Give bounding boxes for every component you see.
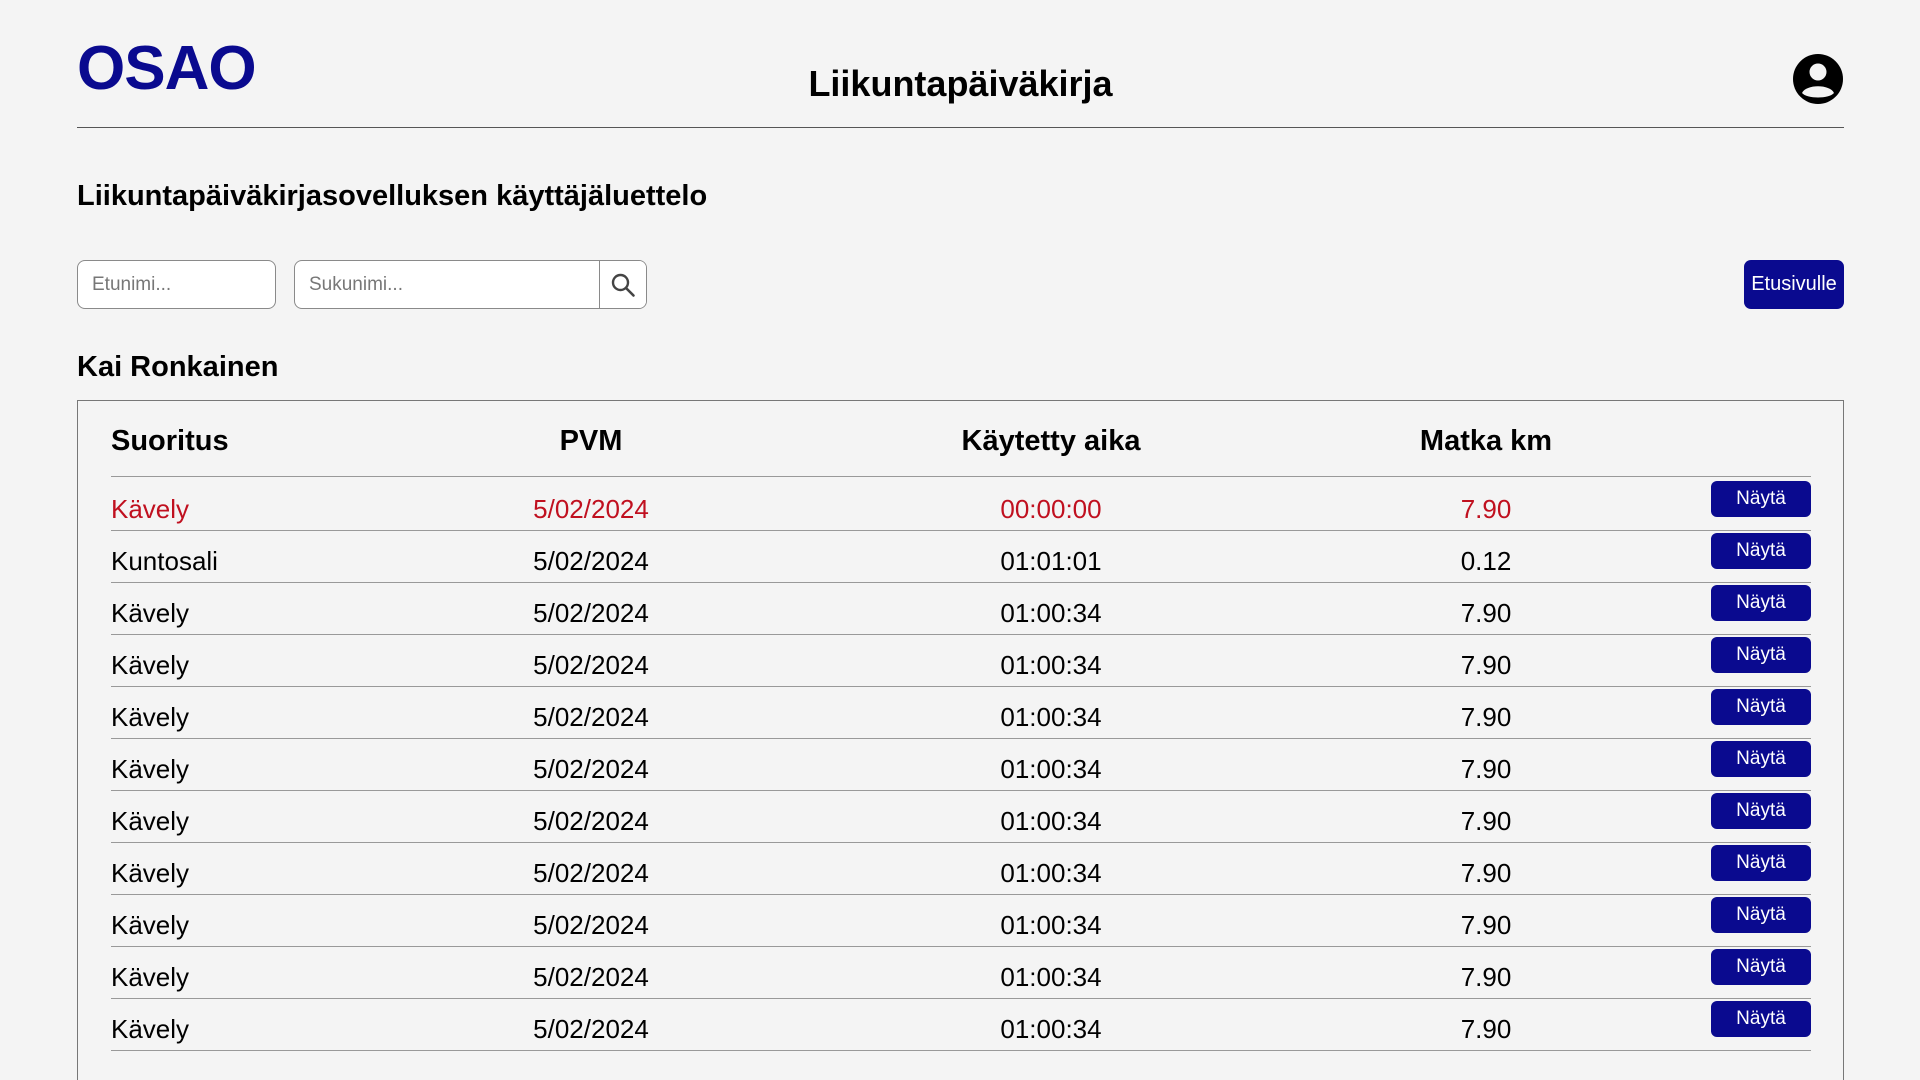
cell-activity: Kävely [111,650,190,680]
cell-distance: 7.90 [1460,962,1512,992]
cell-date: 5/02/2024 [533,858,649,888]
cell-distance: 7.90 [1460,702,1512,732]
cell-distance: 7.90 [1460,494,1512,524]
header: OSAO Liikuntapäiväkirja [77,0,1844,128]
search-button[interactable] [599,261,646,308]
cell-distance: 7.90 [1460,806,1512,836]
table-row: Kävely 5/02/2024 01:00:34 7.90 Näytä [111,843,1811,895]
page: OSAO Liikuntapäiväkirja Liikuntapäiväkir… [0,0,1920,1080]
cell-distance: 7.90 [1460,858,1512,888]
cell-distance: 7.90 [1460,598,1512,628]
first-name-input[interactable] [77,260,276,309]
cell-time: 01:00:34 [1000,910,1102,940]
column-header-distance: Matka km [1419,425,1553,457]
cell-date: 5/02/2024 [533,702,649,732]
view-button[interactable]: Näytä [1711,741,1811,777]
cell-activity: Kävely [111,858,190,888]
cell-activity: Kävely [111,910,190,940]
search-icon [611,273,635,297]
cell-time: 01:00:34 [1000,962,1102,992]
view-button[interactable]: Näytä [1711,689,1811,725]
page-heading: Liikuntapäiväkirjasovelluksen käyttäjälu… [77,180,708,212]
column-header-time: Käytetty aika [961,425,1141,457]
cell-distance: 7.90 [1460,650,1512,680]
app-title: Liikuntapäiväkirja [808,63,1113,104]
cell-date: 5/02/2024 [533,1014,649,1044]
view-button[interactable]: Näytä [1711,533,1811,569]
cell-date: 5/02/2024 [533,962,649,992]
cell-time: 01:00:34 [1000,806,1102,836]
table-row: Kuntosali 5/02/2024 01:01:01 0.12 Näytä [111,531,1811,583]
cell-activity: Kävely [111,754,190,784]
cell-activity: Kävely [111,1014,190,1044]
table-row: Kävely 5/02/2024 01:00:34 7.90 Näytä [111,895,1811,947]
view-button[interactable]: Näytä [1711,481,1811,517]
cell-time: 01:00:34 [1000,702,1102,732]
column-header-date: PVM [559,425,623,457]
home-button[interactable]: Etusivulle [1744,260,1844,309]
last-name-search-group [294,260,647,309]
cell-date: 5/02/2024 [533,598,649,628]
table-row: Kävely 5/02/2024 00:00:00 7.90 Näytä [111,479,1811,531]
cell-activity: Kävely [111,806,190,836]
view-button[interactable]: Näytä [1711,793,1811,829]
table-row: Kävely 5/02/2024 01:00:34 7.90 Näytä [111,583,1811,635]
cell-activity: Kävely [111,598,190,628]
cell-distance: 7.90 [1460,910,1512,940]
table-row: Kävely 5/02/2024 01:00:34 7.90 Näytä [111,791,1811,843]
table-row: Kävely 5/02/2024 01:00:34 7.90 Näytä [111,947,1811,999]
cell-date: 5/02/2024 [533,754,649,784]
cell-distance: 7.90 [1460,754,1512,784]
cell-date: 5/02/2024 [533,910,649,940]
cell-date: 5/02/2024 [533,546,649,576]
cell-activity: Kuntosali [111,546,218,576]
table-row: Kävely 5/02/2024 01:00:34 7.90 Näytä [111,635,1811,687]
cell-date: 5/02/2024 [533,494,649,524]
table-row: Kävely 5/02/2024 01:00:34 7.90 Näytä [111,999,1811,1051]
cell-time: 01:00:34 [1000,858,1102,888]
view-button[interactable]: Näytä [1711,1001,1811,1037]
activity-table: Suoritus PVM Käytetty aika Matka km Käve… [77,400,1844,1080]
cell-activity: Kävely [111,494,190,524]
cell-activity: Kävely [111,962,190,992]
cell-activity: Kävely [111,702,190,732]
column-header-activity: Suoritus [111,425,229,457]
cell-time: 00:00:00 [1000,494,1102,524]
cell-time: 01:00:34 [1000,650,1102,680]
cell-time: 01:00:34 [1000,598,1102,628]
account-circle-icon[interactable] [1792,53,1844,105]
user-name: Kai Ronkainen [77,351,279,383]
cell-date: 5/02/2024 [533,650,649,680]
table-row: Kävely 5/02/2024 01:00:34 7.90 Näytä [111,687,1811,739]
last-name-input[interactable] [295,261,599,308]
view-button[interactable]: Näytä [1711,585,1811,621]
table-row: Kävely 5/02/2024 01:00:34 7.90 Näytä [111,739,1811,791]
cell-time: 01:01:01 [1000,546,1102,576]
cell-date: 5/02/2024 [533,806,649,836]
view-button[interactable]: Näytä [1711,897,1811,933]
cell-distance: 7.90 [1460,1014,1512,1044]
cell-distance: 0.12 [1460,546,1512,576]
view-button[interactable]: Näytä [1711,845,1811,881]
view-button[interactable]: Näytä [1711,949,1811,985]
cell-time: 01:00:34 [1000,754,1102,784]
cell-time: 01:00:34 [1000,1014,1102,1044]
view-button[interactable]: Näytä [1711,637,1811,673]
table-header: Suoritus PVM Käytetty aika Matka km [111,401,1811,477]
